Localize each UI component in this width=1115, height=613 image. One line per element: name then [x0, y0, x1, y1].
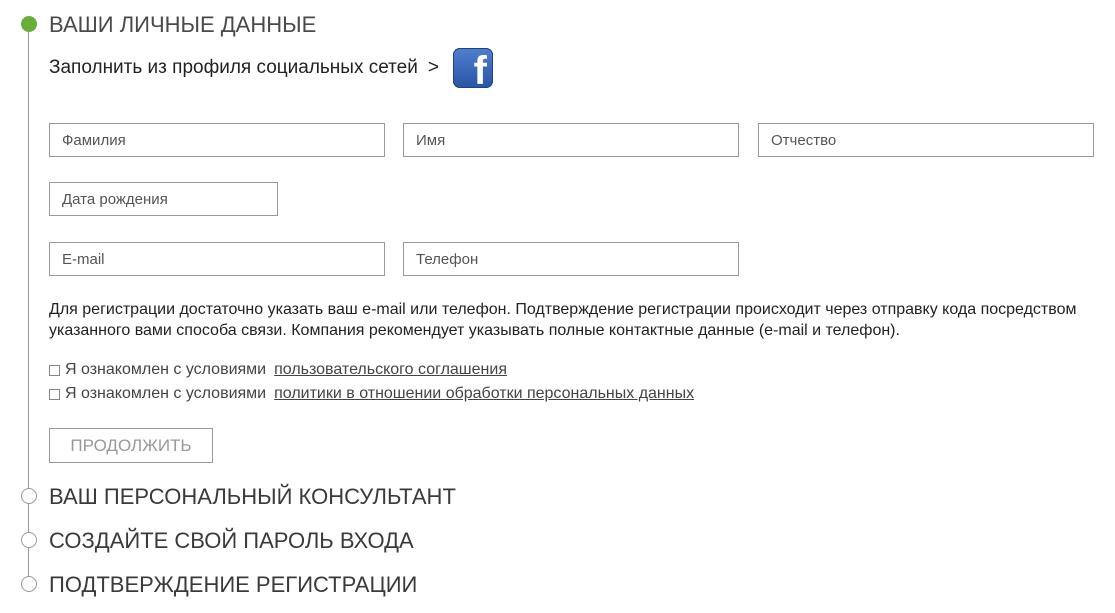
social-arrow: > [427, 57, 439, 78]
phone-input[interactable] [403, 242, 739, 276]
social-fill-row: Заполнить из профиля социальных сетей > … [49, 48, 493, 88]
terms-checkbox[interactable] [49, 364, 60, 376]
continue-button[interactable]: ПРОДОЛЖИТЬ [49, 428, 213, 463]
last-name-input[interactable] [49, 123, 385, 157]
agreement-row-terms: Я ознакомлен с условиями пользовательско… [49, 361, 507, 379]
first-name-input[interactable] [403, 123, 739, 157]
step-title-password[interactable]: СОЗДАЙТЕ СВОЙ ПАРОЛЬ ВХОДА [49, 528, 414, 554]
step-4-dot-icon [21, 576, 37, 592]
privacy-checkbox[interactable] [49, 388, 60, 400]
info-line-1: Для регистрации достаточно указать ваш e… [49, 301, 1077, 318]
step-3-dot-icon [21, 532, 37, 548]
terms-link[interactable]: пользовательского соглашения [274, 361, 507, 379]
step-title-confirmation[interactable]: ПОДТВЕРЖДЕНИЕ РЕГИСТРАЦИИ [49, 572, 417, 598]
privacy-label: Я ознакомлен с условиями [65, 385, 267, 402]
facebook-icon[interactable]: f [452, 48, 493, 88]
facebook-glyph: f [473, 49, 487, 88]
step-2-dot-icon [21, 488, 37, 504]
birth-date-input[interactable] [49, 182, 278, 216]
step-1-active-dot-icon [21, 16, 37, 32]
terms-label: Я ознакомлен с условиями [65, 361, 267, 378]
privacy-link[interactable]: политики в отношении обработки персональ… [274, 385, 694, 403]
email-input[interactable] [49, 242, 385, 276]
step-title-personal-data: ВАШИ ЛИЧНЫЕ ДАННЫЕ [49, 12, 317, 37]
info-line-2: указанного вами способа связи. Компания … [49, 322, 900, 339]
step-title-consultant[interactable]: ВАШ ПЕРСОНАЛЬНЫЙ КОНСУЛЬТАНТ [49, 484, 456, 510]
middle-name-input[interactable] [758, 123, 1094, 157]
registration-info: Для регистрации достаточно указать ваш e… [49, 299, 1115, 341]
agreement-row-privacy: Я ознакомлен с условиями политики в отно… [49, 385, 694, 403]
social-fill-text: Заполнить из профиля социальных сетей [49, 57, 418, 78]
